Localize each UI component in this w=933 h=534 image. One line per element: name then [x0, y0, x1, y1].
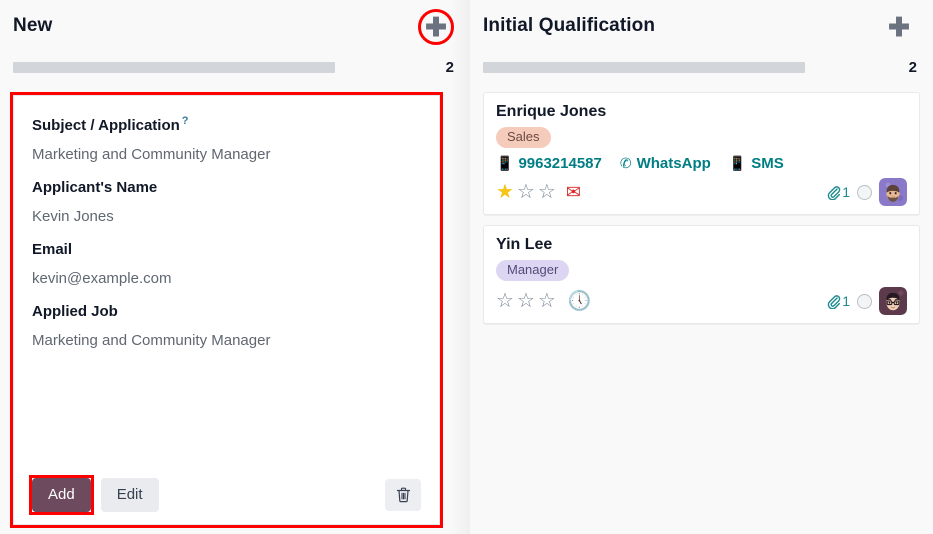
plus-icon: ✚	[425, 14, 447, 40]
sms-label: SMS	[751, 155, 784, 172]
attachment-counter[interactable]: 1	[826, 293, 850, 309]
help-tooltip-icon[interactable]: ?	[182, 115, 189, 127]
attachment-counter[interactable]: 1	[826, 184, 850, 200]
quick-create-actions: Add Edit	[32, 478, 421, 512]
add-record-initial-qualification-button[interactable]: ✚	[881, 9, 917, 45]
record-meta-right: 1	[826, 287, 907, 315]
record-meta-row: ★ ☆ ☆ ✉ 1	[496, 178, 907, 206]
field-label-applicant-name: Applicant's Name	[32, 179, 421, 197]
attachment-count: 1	[842, 293, 850, 309]
activity-dot[interactable]	[857, 294, 872, 309]
avatar-glasses-person-icon	[879, 287, 907, 315]
star-icon-1[interactable]: ☆	[496, 291, 514, 311]
column-header-new: New ✚	[0, 0, 470, 56]
avatar[interactable]	[879, 178, 907, 206]
record-meta-right: 1	[826, 178, 907, 206]
star-icon-3[interactable]: ☆	[538, 291, 556, 311]
add-button-wrapper: Add	[32, 478, 91, 512]
field-group-email: Email kevin@example.com	[32, 241, 421, 288]
star-icon-1[interactable]: ★	[496, 182, 514, 202]
add-record-new-button[interactable]: ✚	[418, 9, 454, 45]
mobile-phone-icon: 📱	[496, 155, 513, 172]
field-group-applicant-name: Applicant's Name Kevin Jones	[32, 179, 421, 226]
field-label-applied-job: Applied Job	[32, 303, 421, 321]
phone-number: 9963214587	[518, 155, 601, 172]
priority-stars: ☆ ☆ ☆	[496, 291, 556, 311]
record-tags: Manager	[496, 260, 907, 281]
field-group-subject: Subject / Application? Marketing and Com…	[32, 112, 421, 164]
paperclip-icon	[826, 294, 841, 309]
add-button[interactable]: Add	[32, 478, 91, 512]
column-title-initial-qualification: Initial Qualification	[483, 14, 655, 38]
sms-icon: 📱	[729, 155, 746, 172]
star-icon-2[interactable]: ☆	[517, 291, 535, 311]
paperclip-icon	[826, 185, 841, 200]
attachment-count: 1	[842, 184, 850, 200]
tag-sales[interactable]: Sales	[496, 127, 551, 148]
column-header-initial-qualification: Initial Qualification ✚	[470, 0, 933, 56]
column-count-initial-qualification: 2	[903, 59, 917, 76]
record-name: Yin Lee	[496, 235, 907, 255]
field-value-email[interactable]: kevin@example.com	[32, 270, 421, 288]
record-meta-row: ☆ ☆ ☆ 🕔 1	[496, 287, 907, 315]
kanban-card-enrique-jones[interactable]: Enrique Jones Sales 📱 9963214587 ✆ Whats…	[483, 92, 920, 215]
phone-link[interactable]: 📱 9963214587	[496, 155, 602, 172]
kanban-column-initial-qualification: Initial Qualification ✚ 2 Enrique Jones …	[470, 0, 933, 534]
avatar[interactable]	[879, 287, 907, 315]
trash-icon	[396, 487, 411, 503]
column-body-initial-qualification: Enrique Jones Sales 📱 9963214587 ✆ Whats…	[470, 78, 933, 324]
priority-stars: ★ ☆ ☆	[496, 182, 556, 202]
record-tags: Sales	[496, 127, 907, 148]
field-label-email: Email	[32, 241, 421, 259]
avatar-bearded-man-icon	[879, 178, 907, 206]
column-subheader-new: 2	[0, 56, 470, 78]
field-label-subject: Subject / Application?	[32, 112, 421, 135]
kanban-board: New ✚ 2 Subject / Application? Marketing…	[0, 0, 933, 534]
whatsapp-icon: ✆	[620, 155, 632, 172]
field-group-applied-job: Applied Job Marketing and Community Mana…	[32, 303, 421, 350]
record-name: Enrique Jones	[496, 102, 907, 122]
quick-create-card[interactable]: Subject / Application? Marketing and Com…	[13, 95, 440, 525]
column-progress-bar-new[interactable]	[13, 62, 335, 73]
column-progress-bar-initial-qualification[interactable]	[483, 62, 805, 73]
field-value-applicant-name[interactable]: Kevin Jones	[32, 208, 421, 226]
field-label-subject-text: Subject / Application	[32, 117, 180, 134]
record-contact-row: 📱 9963214587 ✆ WhatsApp 📱 SMS	[496, 155, 907, 172]
star-icon-2[interactable]: ☆	[517, 182, 535, 202]
kanban-card-yin-lee[interactable]: Yin Lee Manager ☆ ☆ ☆ 🕔	[483, 225, 920, 324]
column-title-new: New	[13, 14, 52, 38]
sms-link[interactable]: 📱 SMS	[729, 155, 784, 172]
whatsapp-label: WhatsApp	[637, 155, 711, 172]
whatsapp-link[interactable]: ✆ WhatsApp	[620, 155, 711, 172]
delete-button[interactable]	[385, 479, 421, 511]
field-value-subject[interactable]: Marketing and Community Manager	[32, 146, 421, 164]
edit-button[interactable]: Edit	[101, 478, 159, 512]
clock-icon[interactable]: 🕔	[568, 292, 592, 311]
plus-icon: ✚	[888, 14, 910, 40]
envelope-icon[interactable]: ✉	[566, 183, 581, 201]
field-value-applied-job[interactable]: Marketing and Community Manager	[32, 332, 421, 350]
column-count-new: 2	[440, 59, 454, 76]
tag-manager[interactable]: Manager	[496, 260, 569, 281]
star-icon-3[interactable]: ☆	[538, 182, 556, 202]
kanban-column-new: New ✚ 2 Subject / Application? Marketing…	[0, 0, 470, 534]
column-subheader-initial-qualification: 2	[470, 56, 933, 78]
activity-dot[interactable]	[857, 185, 872, 200]
